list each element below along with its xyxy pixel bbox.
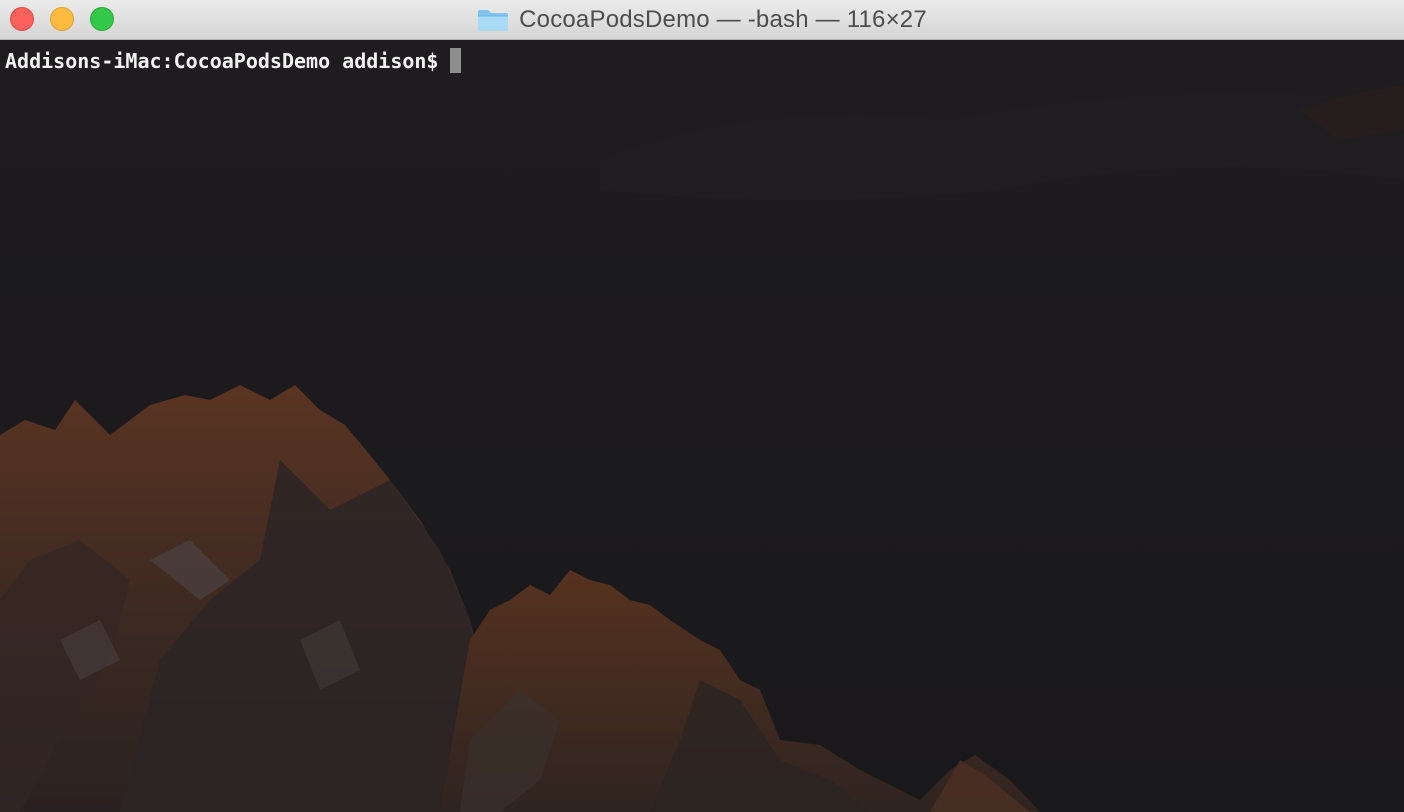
- folder-icon: [478, 9, 509, 31]
- title-bar[interactable]: CocoaPodsDemo — -bash — 116×27: [0, 0, 1404, 40]
- mountain-wallpaper: [0, 40, 1404, 812]
- window-title-group: CocoaPodsDemo — -bash — 116×27: [0, 0, 1404, 39]
- shell-prompt: Addisons-iMac:CocoaPodsDemo addison$: [5, 48, 439, 73]
- terminal-content[interactable]: Addisons-iMac:CocoaPodsDemo addison$: [0, 40, 1404, 812]
- window-title: CocoaPodsDemo — -bash — 116×27: [519, 5, 927, 33]
- prompt-line[interactable]: Addisons-iMac:CocoaPodsDemo addison$: [5, 48, 462, 73]
- terminal-window: CocoaPodsDemo — -bash — 116×27 Addisons-…: [0, 0, 1404, 812]
- block-cursor: [450, 48, 462, 73]
